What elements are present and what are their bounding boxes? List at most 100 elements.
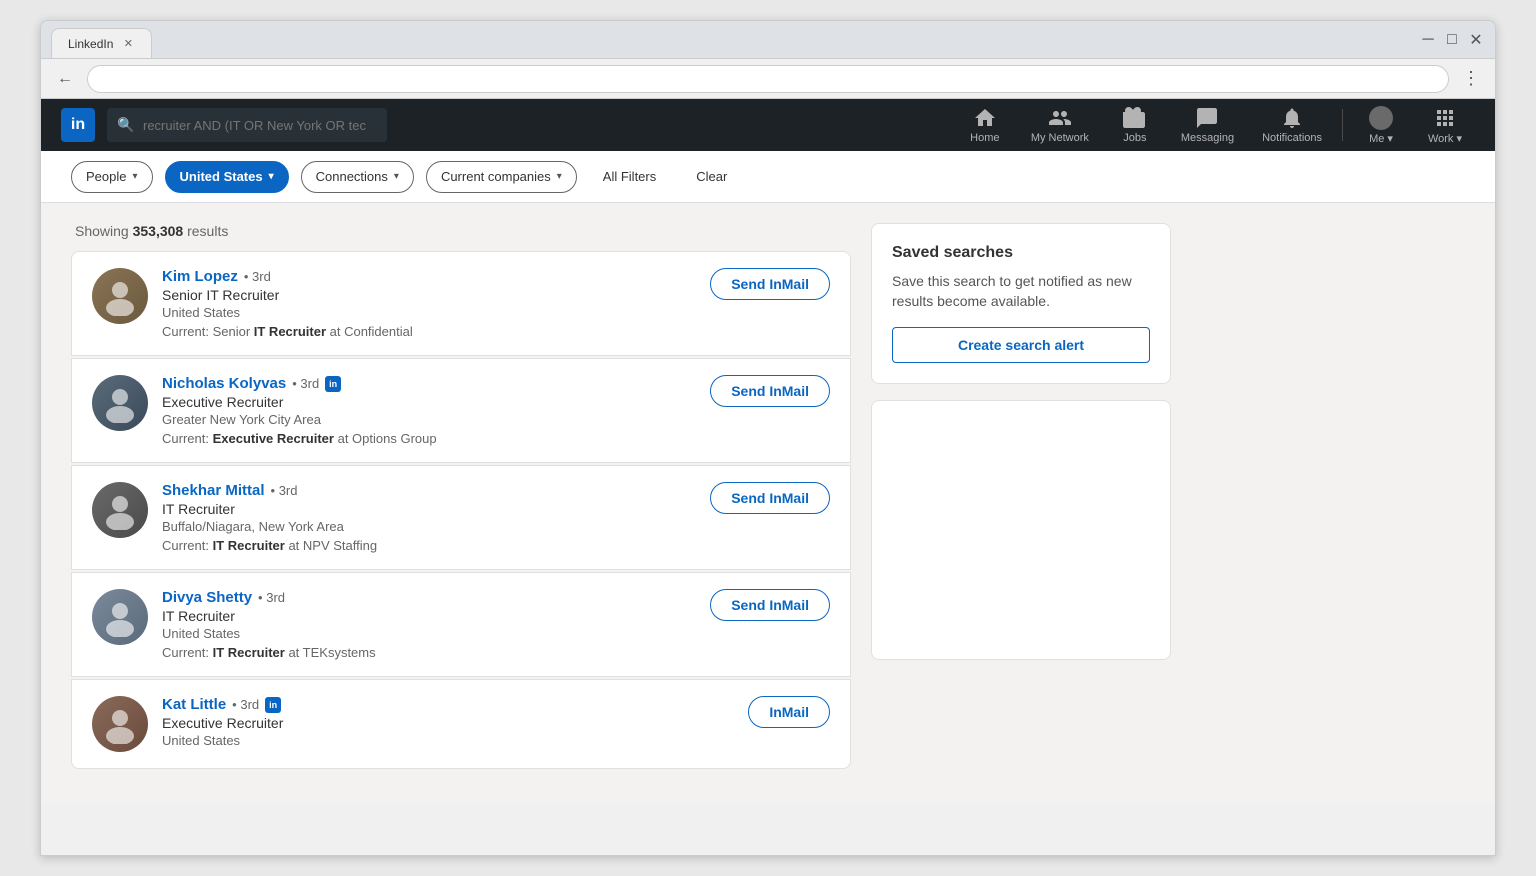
linkedin-search-input[interactable] (107, 108, 387, 142)
people-chevron-icon: ▾ (132, 171, 137, 182)
result-info: Kim Lopez • 3rd Senior IT Recruiter Unit… (162, 268, 676, 339)
nav-divider (1342, 109, 1343, 141)
clear-filters-button[interactable]: Clear (682, 161, 741, 193)
linkedin-header: in 🔍 Home My Network Jo (41, 99, 1495, 151)
results-count-number: 353,308 (133, 223, 184, 239)
messaging-icon (1195, 106, 1219, 130)
nav-jobs[interactable]: Jobs (1105, 100, 1165, 150)
result-title: IT Recruiter (162, 501, 676, 517)
current-companies-filter-label: Current companies (441, 169, 551, 184)
address-bar-input[interactable] (87, 65, 1449, 93)
saved-searches-title: Saved searches (892, 244, 1150, 262)
send-inmail-button[interactable]: Send InMail (710, 375, 830, 407)
nav-jobs-label: Jobs (1123, 132, 1146, 144)
people-filter-label: People (86, 169, 126, 184)
all-filters-label: All Filters (603, 169, 656, 184)
back-button[interactable]: ← (51, 65, 79, 93)
nav-notifications[interactable]: Notifications (1250, 100, 1334, 150)
avatar (92, 268, 148, 324)
window-controls: ─ □ ✕ (1419, 31, 1485, 49)
advertisement-placeholder (871, 400, 1171, 660)
results-panel: Showing 353,308 results Kim Lopez • 3rd … (71, 223, 851, 783)
browser-titlebar: LinkedIn ✕ ─ □ ✕ (41, 21, 1495, 59)
nav-network-label: My Network (1031, 132, 1089, 144)
current-companies-chevron-icon: ▾ (557, 171, 562, 182)
result-current: Current: IT Recruiter at NPV Staffing (162, 538, 676, 553)
saved-searches-card: Saved searches Save this search to get n… (871, 223, 1171, 384)
linkedin-logo[interactable]: in (61, 108, 95, 142)
united-states-filter-button[interactable]: United States ▾ (165, 161, 289, 193)
maximize-button[interactable]: □ (1443, 31, 1461, 49)
result-actions: Send InMail (690, 482, 830, 514)
results-count: Showing 353,308 results (71, 223, 851, 239)
inmail-button[interactable]: InMail (748, 696, 830, 728)
filter-bar: People ▾ United States ▾ Connections ▾ C… (41, 151, 1495, 203)
result-degree: • 3rd (258, 590, 285, 605)
browser-tab[interactable]: LinkedIn ✕ (51, 28, 152, 58)
close-tab-button[interactable]: ✕ (121, 37, 135, 51)
nav-messaging[interactable]: Messaging (1169, 100, 1246, 150)
result-current: Current: Executive Recruiter at Options … (162, 431, 676, 446)
avatar (92, 696, 148, 752)
result-title: Executive Recruiter (162, 394, 676, 410)
result-location: United States (162, 305, 676, 320)
nav-work-label: Work ▾ (1428, 132, 1462, 145)
send-inmail-button[interactable]: Send InMail (710, 589, 830, 621)
result-actions: Send InMail (690, 589, 830, 621)
result-current: Current: Senior IT Recruiter at Confiden… (162, 324, 676, 339)
all-filters-button[interactable]: All Filters (589, 161, 670, 193)
result-name[interactable]: Kim Lopez (162, 268, 238, 285)
nav-notifications-label: Notifications (1262, 132, 1322, 144)
result-name[interactable]: Nicholas Kolyvas (162, 375, 286, 392)
table-row: Nicholas Kolyvas • 3rd in Executive Recr… (71, 358, 851, 463)
table-row: Kat Little • 3rd in Executive Recruiter … (71, 679, 851, 769)
nav-work[interactable]: Work ▾ (1415, 100, 1475, 151)
avatar (92, 482, 148, 538)
result-info: Kat Little • 3rd in Executive Recruiter … (162, 696, 714, 752)
nav-me-label: Me ▾ (1369, 132, 1393, 145)
result-name-row: Divya Shetty • 3rd (162, 589, 676, 606)
home-icon (973, 106, 997, 130)
create-search-alert-button[interactable]: Create search alert (892, 327, 1150, 363)
nav-messaging-label: Messaging (1181, 132, 1234, 144)
browser-menu-button[interactable]: ⋮ (1457, 65, 1485, 93)
connections-filter-label: Connections (316, 169, 388, 184)
result-location: Buffalo/Niagara, New York Area (162, 519, 676, 534)
result-name[interactable]: Kat Little (162, 696, 226, 713)
me-avatar-icon (1369, 106, 1393, 130)
result-title: IT Recruiter (162, 608, 676, 624)
nav-home[interactable]: Home (955, 100, 1015, 150)
united-states-chevron-icon: ▾ (269, 171, 274, 182)
result-current: Current: IT Recruiter at TEKsystems (162, 645, 676, 660)
current-companies-filter-button[interactable]: Current companies ▾ (426, 161, 577, 193)
close-window-button[interactable]: ✕ (1467, 31, 1485, 49)
result-title: Senior IT Recruiter (162, 287, 676, 303)
result-degree: • 3rd (244, 269, 271, 284)
result-name-row: Nicholas Kolyvas • 3rd in (162, 375, 676, 392)
result-name-row: Shekhar Mittal • 3rd (162, 482, 676, 499)
people-filter-button[interactable]: People ▾ (71, 161, 153, 193)
avatar (92, 589, 148, 645)
result-name[interactable]: Divya Shetty (162, 589, 252, 606)
send-inmail-button[interactable]: Send InMail (710, 482, 830, 514)
minimize-button[interactable]: ─ (1419, 31, 1437, 49)
sidebar-panel: Saved searches Save this search to get n… (871, 223, 1171, 783)
table-row: Kim Lopez • 3rd Senior IT Recruiter Unit… (71, 251, 851, 356)
linkedin-badge-icon: in (325, 376, 341, 392)
work-grid-icon (1433, 106, 1457, 130)
nav-my-network[interactable]: My Network (1019, 100, 1101, 150)
search-wrapper: 🔍 (107, 108, 387, 142)
result-name[interactable]: Shekhar Mittal (162, 482, 265, 499)
table-row: Shekhar Mittal • 3rd IT Recruiter Buffal… (71, 465, 851, 570)
table-row: Divya Shetty • 3rd IT Recruiter United S… (71, 572, 851, 677)
result-info: Shekhar Mittal • 3rd IT Recruiter Buffal… (162, 482, 676, 553)
connections-filter-button[interactable]: Connections ▾ (301, 161, 414, 193)
result-info: Divya Shetty • 3rd IT Recruiter United S… (162, 589, 676, 660)
send-inmail-button[interactable]: Send InMail (710, 268, 830, 300)
avatar (92, 375, 148, 431)
united-states-filter-label: United States (180, 169, 263, 184)
result-name-row: Kim Lopez • 3rd (162, 268, 676, 285)
result-actions: Send InMail (690, 268, 830, 300)
clear-filters-label: Clear (696, 169, 727, 184)
nav-me[interactable]: Me ▾ (1351, 100, 1411, 151)
